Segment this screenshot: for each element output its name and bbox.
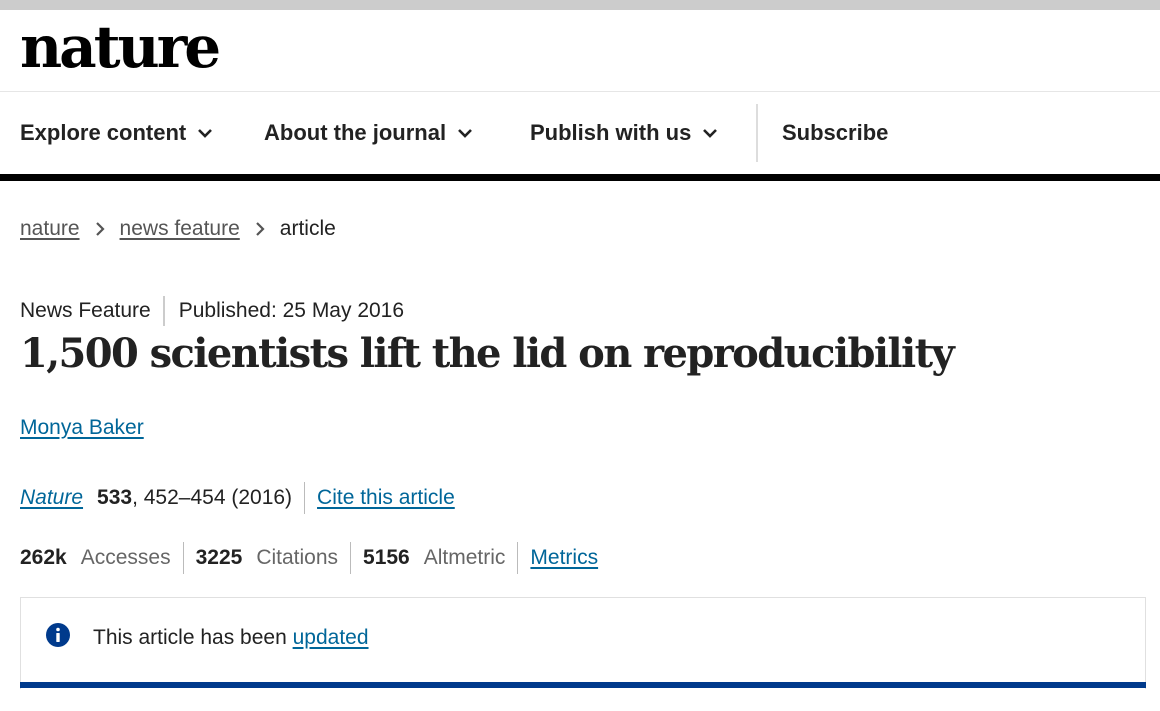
site-header: nature [0,10,1160,92]
nav-publish-with-us[interactable]: Publish with us [530,92,719,174]
article-meta: News Feature Published: 25 May 2016 [20,296,404,326]
accesses-label: Accesses [80,546,171,569]
nav-rule [0,174,1160,181]
citations-label: Citations [256,546,339,569]
nav-divider [756,104,758,162]
subscribe-link[interactable]: Subscribe [782,92,888,174]
altmetric-label: Altmetric [423,546,506,569]
chevron-right-icon [256,222,265,236]
citation-divider [304,482,306,514]
citation-line: Nature 533 , 452–454 (2016) Cite this ar… [20,482,455,514]
breadcrumb-news-feature[interactable]: news feature [120,217,240,241]
accesses-count: 262k [20,546,67,569]
chevron-down-icon [198,129,213,138]
nav-explore-content-label: Explore content [20,120,187,145]
breadcrumb: nature news feature article [20,214,336,244]
metrics-divider [350,542,352,574]
update-notice-text: This article has been updated [93,626,369,650]
author-link[interactable]: Monya Baker [20,416,144,440]
journal-link[interactable]: Nature [20,486,83,510]
subscribe-label: Subscribe [782,120,889,145]
chevron-right-icon [95,222,105,236]
page-range: , 452–454 (2016) [132,486,293,509]
info-icon [46,623,70,647]
update-notice: This article has been updated [20,597,1146,689]
main-nav: Explore content About the journal Publis… [0,92,1160,174]
published-date: Published: 25 May 2016 [178,299,405,322]
update-notice-message: This article has been [93,626,293,649]
nav-about-journal-label: About the journal [264,120,447,145]
chevron-down-icon [703,129,718,138]
breadcrumb-current: article [279,217,336,240]
article-type: News Feature [20,299,151,322]
nav-about-journal[interactable]: About the journal [264,92,474,174]
nature-logo[interactable]: nature [20,18,221,76]
volume-number: 533 [97,486,133,509]
altmetric-score: 5156 [363,546,410,569]
nav-explore-content[interactable]: Explore content [20,92,214,174]
citations-count: 3225 [195,546,243,569]
article-title: 1,500 scientists lift the lid on reprodu… [20,330,955,377]
updated-link[interactable]: updated [293,626,369,649]
breadcrumb-nature[interactable]: nature [20,217,80,241]
top-strip [0,0,1160,10]
article-metrics: 262k Accesses 3225 Citations 5156 Altmet… [20,542,598,574]
metrics-divider [517,542,519,574]
chevron-down-icon [458,129,473,138]
metrics-link[interactable]: Metrics [530,546,598,570]
notice-accent-bar [20,682,1146,688]
metrics-divider [182,542,184,574]
nav-publish-with-us-label: Publish with us [530,120,692,145]
meta-divider [162,296,165,326]
cite-this-article-link[interactable]: Cite this article [317,486,455,510]
